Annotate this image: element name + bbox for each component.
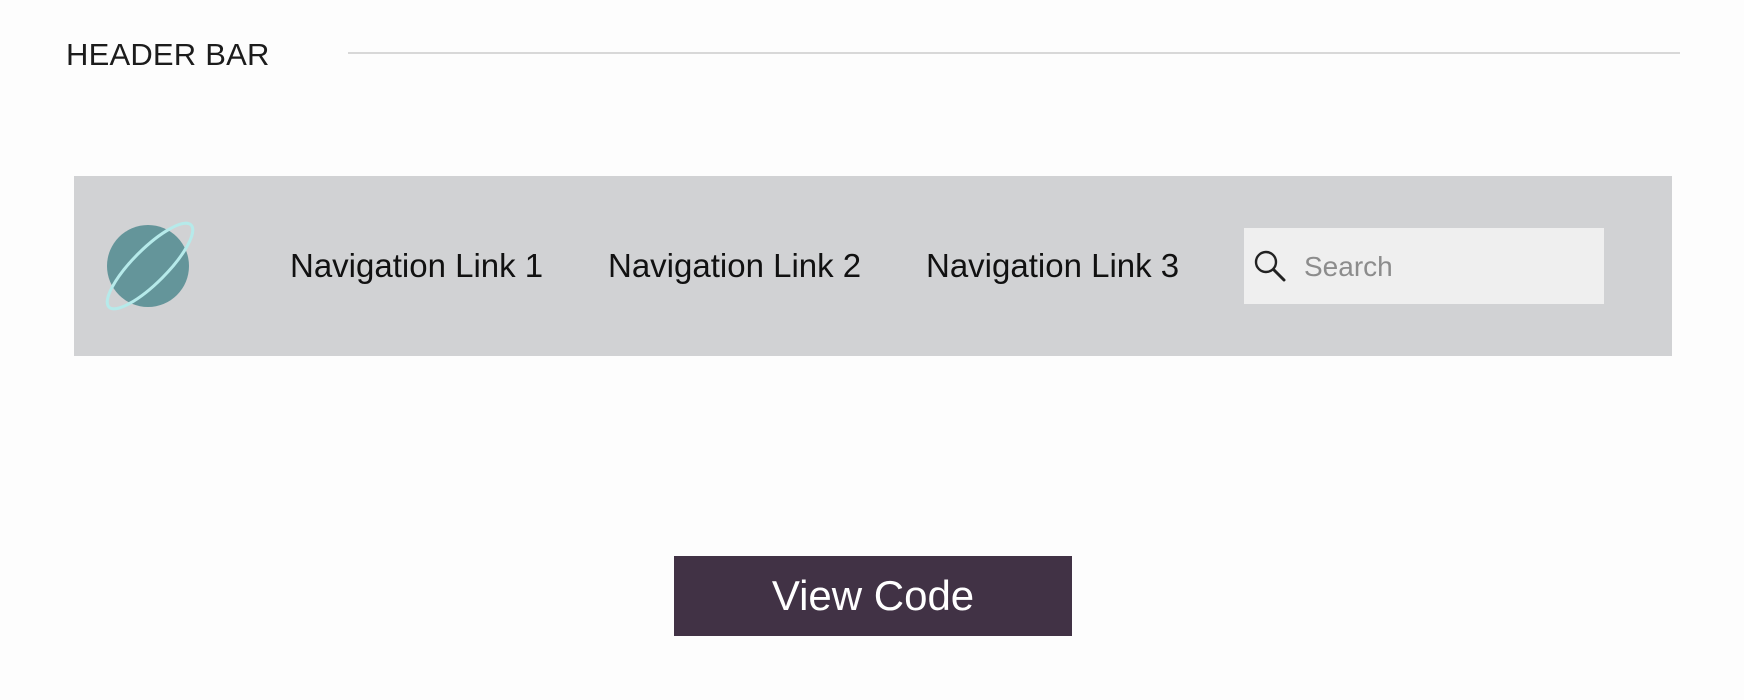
header-bar: Navigation Link 1 Navigation Link 2 Navi… [74,176,1672,356]
search-icon[interactable] [1252,248,1288,284]
nav-link-3[interactable]: Navigation Link 3 [926,238,1179,294]
section-header: HEADER BAR [66,30,1680,80]
page: HEADER BAR Navigation Link 1 Navigation … [0,0,1744,700]
planet-logo-icon[interactable] [100,214,200,318]
planet-icon [105,221,195,311]
nav-link-1[interactable]: Navigation Link 1 [290,238,543,294]
section-title: HEADER BAR [66,37,270,72]
nav-link-2[interactable]: Navigation Link 2 [608,238,861,294]
view-code-button[interactable]: View Code [674,556,1072,636]
search-box [1244,228,1604,304]
section-divider [348,52,1680,54]
search-input[interactable] [1302,238,1596,296]
